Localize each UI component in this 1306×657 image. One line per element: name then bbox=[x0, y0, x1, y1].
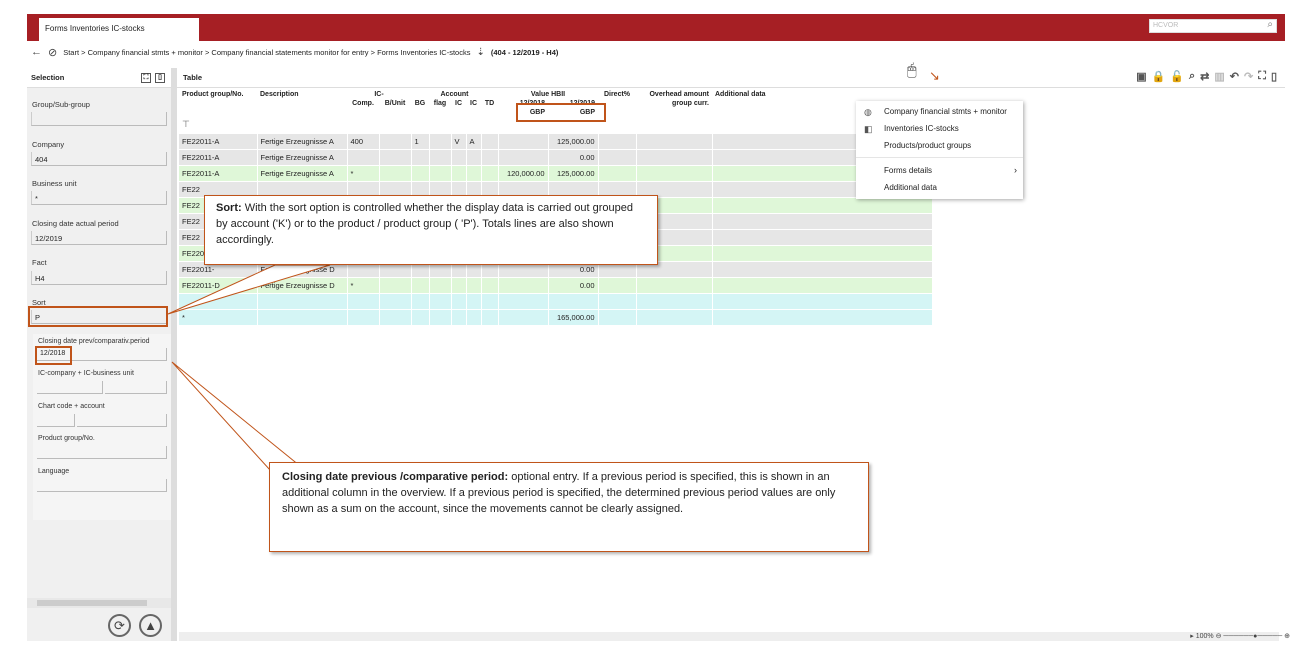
sort-callout-text: With the sort option is controlled wheth… bbox=[216, 202, 634, 246]
zoom-level: 100% bbox=[1195, 633, 1214, 640]
closing-callout-title: Closing date previous /comparative perio… bbox=[282, 471, 509, 483]
callout-connectors bbox=[167, 264, 331, 471]
sort-callout-title: Sort: bbox=[216, 202, 242, 214]
zoom-control[interactable]: ▸ 100% ⊖ ──────●───── ⊕ bbox=[1190, 632, 1290, 640]
sort-callout: Sort: With the sort option is controlled… bbox=[204, 195, 658, 265]
table-scrollbar[interactable] bbox=[179, 632, 1279, 641]
closing-date-callout: Closing date previous /comparative perio… bbox=[269, 462, 869, 552]
